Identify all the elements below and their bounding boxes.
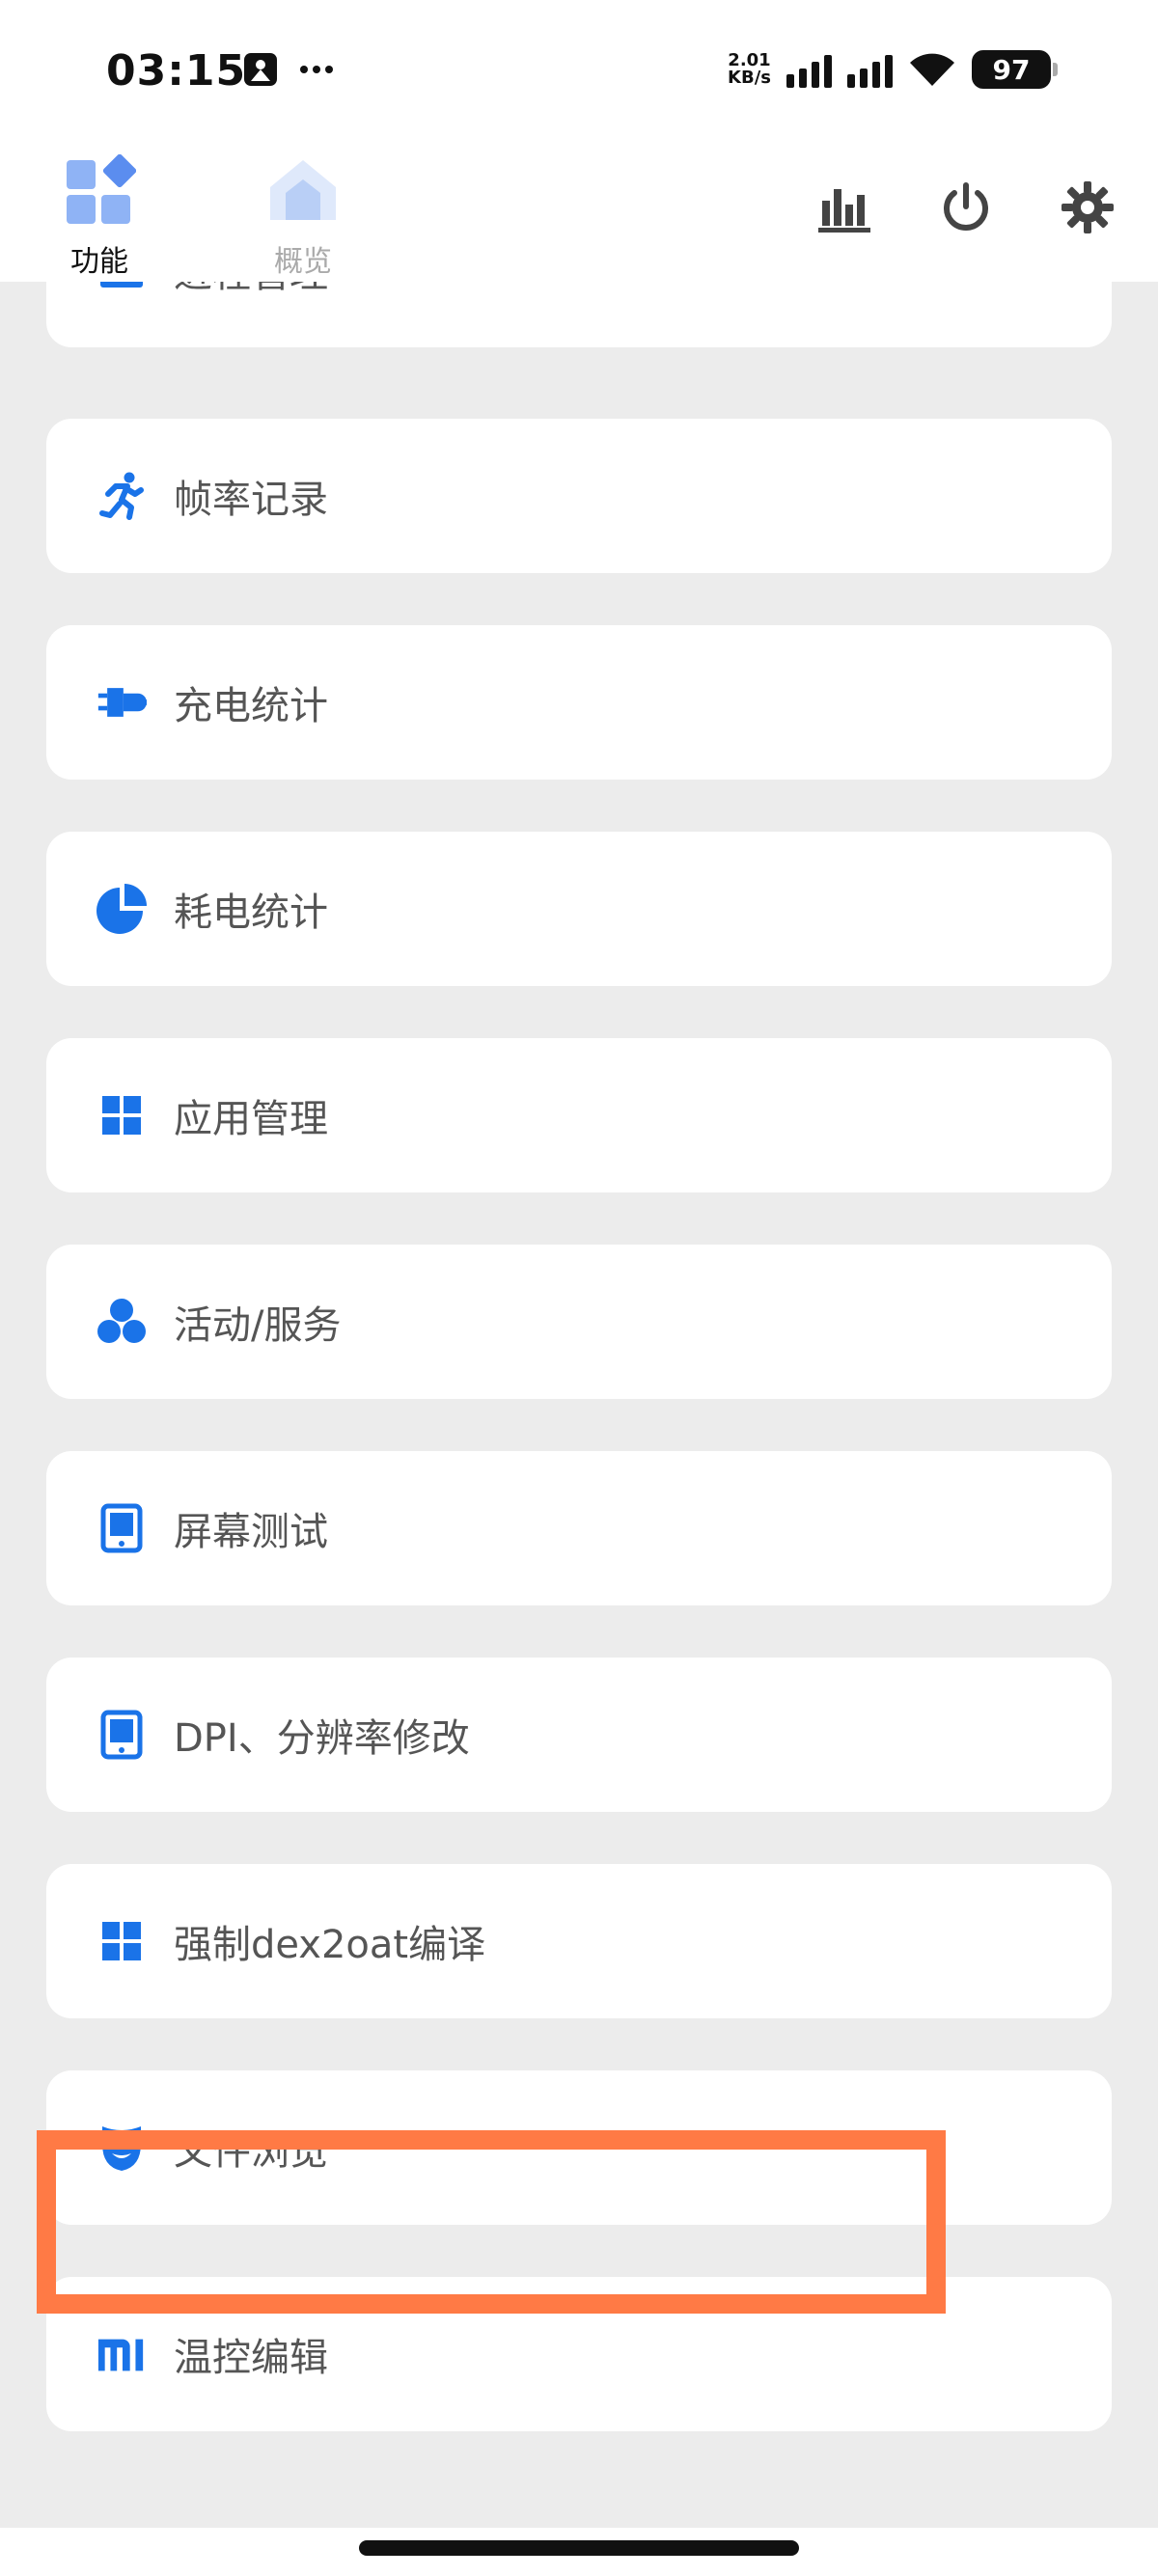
- process-icon: [96, 282, 147, 295]
- menu-item-label: 强制dex2oat编译: [174, 1923, 486, 1967]
- menu-item-thermal-editor[interactable]: 温控编辑: [46, 2277, 1112, 2431]
- menu-item-label: 帧率记录: [174, 478, 328, 522]
- function-list[interactable]: 进程管理 帧率记录 充电统计: [0, 282, 1158, 2530]
- menu-item-label: 活动/服务: [174, 1303, 342, 1348]
- home-indicator[interactable]: [359, 2540, 799, 2556]
- status-bar: 03:15 2.01 KB/s 97: [0, 0, 1158, 145]
- apps-grid-icon: [96, 1090, 147, 1140]
- menu-item-process-manager[interactable]: 进程管理: [46, 282, 1112, 347]
- header-actions: [816, 179, 1116, 235]
- tablet-icon: [96, 1710, 147, 1760]
- menu-item-dex2oat-compile[interactable]: 强制dex2oat编译: [46, 1864, 1112, 2018]
- gear-icon[interactable]: [1060, 179, 1116, 235]
- menu-item-label: 文件浏览: [174, 2129, 328, 2174]
- status-notification-icons: [243, 52, 334, 87]
- tab-functions-label: 功能: [70, 245, 128, 279]
- menu-item-file-browser[interactable]: 文件浏览: [46, 2070, 1112, 2225]
- menu-item-charge-stats[interactable]: 充电统计: [46, 625, 1112, 780]
- app-header: 功能 概览: [0, 145, 1158, 282]
- wifi-icon: [910, 53, 954, 86]
- running-person-icon: [96, 471, 147, 521]
- power-icon[interactable]: [938, 179, 994, 235]
- tab-functions[interactable]: 功能: [46, 153, 152, 280]
- mi-logo-icon: [96, 2329, 147, 2379]
- mask-icon: [96, 2123, 147, 2173]
- menu-item-dpi-resolution[interactable]: DPI、分辨率修改: [46, 1658, 1112, 1812]
- cell-signal-2-icon: [847, 51, 893, 88]
- tablet-icon: [96, 1503, 147, 1553]
- apps-grid-icon: [96, 1916, 147, 1966]
- tab-overview[interactable]: 概览: [250, 154, 356, 280]
- menu-item-fps-record[interactable]: 帧率记录: [46, 419, 1112, 573]
- status-time: 03:15: [106, 46, 247, 96]
- functions-tab-icon: [67, 153, 137, 224]
- menu-item-label: DPI、分辨率修改: [174, 1716, 470, 1761]
- charger-icon: [96, 677, 147, 727]
- more-dots-icon: [300, 66, 333, 73]
- home-tab-icon: [270, 160, 336, 220]
- menu-item-power-usage[interactable]: 耗电统计: [46, 832, 1112, 986]
- menu-item-activity-service[interactable]: 活动/服务: [46, 1245, 1112, 1399]
- menu-item-label: 进程管理: [174, 282, 328, 298]
- notification-app-icon: [244, 53, 277, 86]
- bar-chart-icon[interactable]: [816, 179, 872, 235]
- battery-level: 97: [972, 50, 1051, 89]
- menu-item-label: 耗电统计: [174, 891, 328, 935]
- status-indicators: 2.01 KB/s 97: [728, 50, 1058, 89]
- bubbles-icon: [96, 1297, 147, 1347]
- menu-item-screen-test[interactable]: 屏幕测试: [46, 1451, 1112, 1605]
- menu-item-app-manager[interactable]: 应用管理: [46, 1038, 1112, 1192]
- net-speed-unit: KB/s: [728, 68, 771, 88]
- menu-item-label: 温控编辑: [174, 2336, 328, 2380]
- menu-item-label: 应用管理: [174, 1097, 328, 1141]
- tab-overview-label: 概览: [274, 245, 332, 279]
- net-speed: 2.01 KB/s: [728, 52, 771, 87]
- pie-chart-icon: [96, 884, 147, 934]
- battery-icon: 97: [972, 50, 1058, 89]
- menu-item-label: 屏幕测试: [174, 1510, 328, 1554]
- menu-item-label: 充电统计: [174, 684, 328, 728]
- cell-signal-icon: [786, 51, 832, 88]
